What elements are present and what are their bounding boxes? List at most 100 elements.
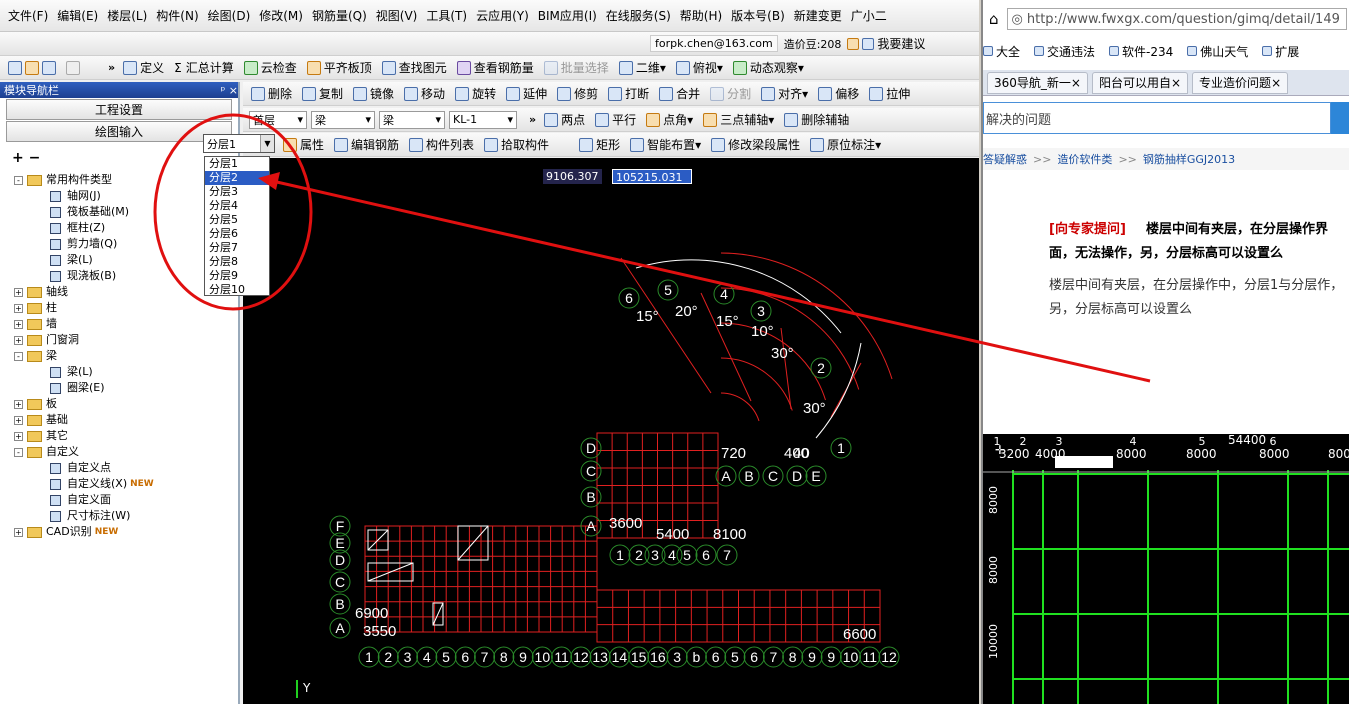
tree-node[interactable]: 现浇板(B) xyxy=(14,268,154,284)
crumb-link[interactable]: 造价软件类 xyxy=(1057,151,1112,167)
delete-button[interactable]: 删除 xyxy=(251,85,292,102)
view-dir-select[interactable]: 俯视 ▾ xyxy=(675,59,723,76)
parallel-button[interactable]: 平行 xyxy=(595,111,636,128)
tree-node[interactable]: 筏板基础(M) xyxy=(14,204,154,220)
delete-axis-button[interactable]: 删除辅轴 xyxy=(784,111,849,128)
tree-node[interactable]: - 常用构件类型 xyxy=(14,172,154,188)
close-icon[interactable]: × xyxy=(1071,76,1081,90)
trim-button[interactable]: 修剪 xyxy=(557,85,598,102)
bookmark-item[interactable]: 扩展 xyxy=(1262,43,1299,60)
close-icon[interactable]: × xyxy=(1271,76,1281,90)
sublayer-option[interactable]: 分层10 xyxy=(205,283,269,297)
break-button[interactable]: 打断 xyxy=(608,85,649,102)
suggest-link[interactable]: 我要建议 xyxy=(877,35,925,52)
tree-node[interactable]: 自定义点 xyxy=(14,460,154,476)
tree-node[interactable]: -梁 xyxy=(14,348,154,364)
search-input[interactable]: 解决的问题 xyxy=(983,102,1331,134)
view-mode-select[interactable]: 二维 ▾ xyxy=(618,59,666,76)
open-folder-icon[interactable] xyxy=(25,60,39,75)
floor-dropdown[interactable]: 首层 ▾ xyxy=(249,110,307,129)
smart-layout-button[interactable]: 智能布置 ▾ xyxy=(630,136,701,153)
more-chevron-icon[interactable]: » xyxy=(529,113,536,126)
component-subtype-dropdown[interactable]: 梁 ▾ xyxy=(379,110,445,129)
expand-toggle-icon[interactable]: + xyxy=(14,431,23,441)
project-settings-button[interactable]: 工程设置 xyxy=(6,99,232,120)
expand-toggle-icon[interactable]: + xyxy=(14,303,23,313)
expand-toggle-icon[interactable]: + xyxy=(14,415,23,425)
find-button[interactable]: 查找图元 xyxy=(381,59,447,76)
bell-icon[interactable] xyxy=(847,37,860,50)
pin-close-icon[interactable]: ᵖ × xyxy=(221,84,238,97)
drawing-canvas[interactable]: 15° 20° 15° 10° 30° 30° 6 5 4 3 2 1 D C B A A B C D E 1 2 3 4 5 6 7… xyxy=(243,158,979,704)
undo-icon[interactable] xyxy=(66,60,80,75)
menu-item[interactable]: 帮助(H) xyxy=(680,7,722,24)
tree-node[interactable]: + 基础 xyxy=(14,412,154,428)
expand-toggle-icon[interactable]: - xyxy=(14,351,23,361)
more-chevron-icon[interactable]: » xyxy=(108,61,115,74)
browser-tab[interactable]: 阳台可以用自 × xyxy=(1091,71,1189,94)
tree-node[interactable]: + 门窗洞 xyxy=(14,332,154,348)
home-icon[interactable]: ⌂ xyxy=(989,10,999,28)
expand-toggle-icon[interactable]: - xyxy=(14,447,23,457)
menu-item[interactable]: 新建变更 xyxy=(794,7,842,24)
bookmark-item[interactable]: 软件-234 xyxy=(1109,43,1173,60)
menu-item[interactable]: 版本号(B) xyxy=(731,7,785,24)
menu-item[interactable]: 云应用(Y) xyxy=(476,7,529,24)
question-tag[interactable]: [向专家提问] xyxy=(1049,222,1126,237)
component-list-button[interactable]: 构件列表 xyxy=(409,136,474,153)
crumb-link[interactable]: 答疑解惑 xyxy=(983,151,1027,167)
account-email[interactable]: forpk.chen@163.com xyxy=(650,35,778,52)
tree-node[interactable]: 轴网(J) xyxy=(14,188,154,204)
tree-node[interactable]: 圈梁(E) xyxy=(14,380,154,396)
crumb-link[interactable]: 钢筋抽样GGJ2013 xyxy=(1143,151,1235,167)
browser-tab[interactable]: 专业造价问题 × xyxy=(1192,71,1289,94)
cad-drawing[interactable]: 15° 20°15°10°30°30°6 5 4321DCBAA B C D E1 2 3 4 5 6 7… xyxy=(243,158,979,704)
menu-item[interactable]: 修改(M) xyxy=(259,7,303,24)
component-type-dropdown[interactable]: 梁 ▾ xyxy=(311,110,375,129)
sum-button[interactable]: Σ 汇总计算 xyxy=(174,59,234,76)
menu-item[interactable]: 绘图(D) xyxy=(208,7,251,24)
expand-toggle-icon[interactable]: + xyxy=(14,527,23,537)
drawing-input-button[interactable]: 绘图输入 xyxy=(6,121,232,142)
level-top-button[interactable]: 平齐板顶 xyxy=(306,59,372,76)
tree-node[interactable]: + 其它 xyxy=(14,428,154,444)
new-file-icon[interactable] xyxy=(8,60,22,75)
tree-node[interactable]: 梁(L) xyxy=(14,252,154,268)
bookmark-item[interactable]: 交通违法 xyxy=(1034,43,1095,60)
menu-item[interactable]: 文件(F) xyxy=(8,7,48,24)
url-input[interactable]: ◎ http://www.fwxgx.com/question/gimq/deta… xyxy=(1006,8,1347,30)
sublayer-option[interactable]: 分层2 xyxy=(205,171,269,185)
dynamic-view-button[interactable]: 动态观察 ▾ xyxy=(732,59,804,76)
expand-toggle-icon[interactable]: - xyxy=(14,175,23,185)
sublayer-option[interactable]: 分层1 xyxy=(205,157,269,171)
tree-node[interactable]: + 柱 xyxy=(14,300,154,316)
sublayer-option[interactable]: 分层3 xyxy=(205,185,269,199)
browser-tab[interactable]: 360导航_新一 × xyxy=(987,71,1088,94)
tree-node[interactable]: 自定义线(X) NEW xyxy=(14,476,154,492)
sublayer-option[interactable]: 分层6 xyxy=(205,227,269,241)
stretch-button[interactable]: 拉伸 xyxy=(869,85,910,102)
menu-item[interactable]: 视图(V) xyxy=(376,7,418,24)
rotate-button[interactable]: 旋转 xyxy=(455,85,496,102)
in-situ-button[interactable]: 原位标注 ▾ xyxy=(810,136,881,153)
edit-rebar-button[interactable]: 编辑钢筋 xyxy=(334,136,399,153)
expand-collapse-icon[interactable]: + − xyxy=(12,150,40,166)
expand-toggle-icon[interactable]: + xyxy=(14,399,23,409)
batch-select-button[interactable]: 批量选择 xyxy=(543,59,609,76)
properties-button[interactable]: 属性 xyxy=(283,136,324,153)
menu-item[interactable]: BIM应用(I) xyxy=(538,7,597,24)
tree-node[interactable]: + 墙 xyxy=(14,316,154,332)
define-button[interactable]: 定义 xyxy=(123,59,164,76)
view-rebar-button[interactable]: 查看钢筋量 xyxy=(456,59,534,76)
tree-node[interactable]: 自定义面 xyxy=(14,492,154,508)
pick-component-button[interactable]: 拾取构件 xyxy=(484,136,549,153)
tree-node[interactable]: 尺寸标注(W) xyxy=(14,508,154,524)
move-button[interactable]: 移动 xyxy=(404,85,445,102)
mirror-button[interactable]: 镜像 xyxy=(353,85,394,102)
expand-toggle-icon[interactable]: + xyxy=(14,319,23,329)
three-point-axis-button[interactable]: 三点辅轴 ▾ xyxy=(703,111,774,128)
point-angle-button[interactable]: 点角 ▾ xyxy=(646,111,693,128)
component-name-dropdown[interactable]: KL-1 ▾ xyxy=(449,110,517,129)
two-point-button[interactable]: 两点 xyxy=(544,111,585,128)
sublayer-option[interactable]: 分层5 xyxy=(205,213,269,227)
